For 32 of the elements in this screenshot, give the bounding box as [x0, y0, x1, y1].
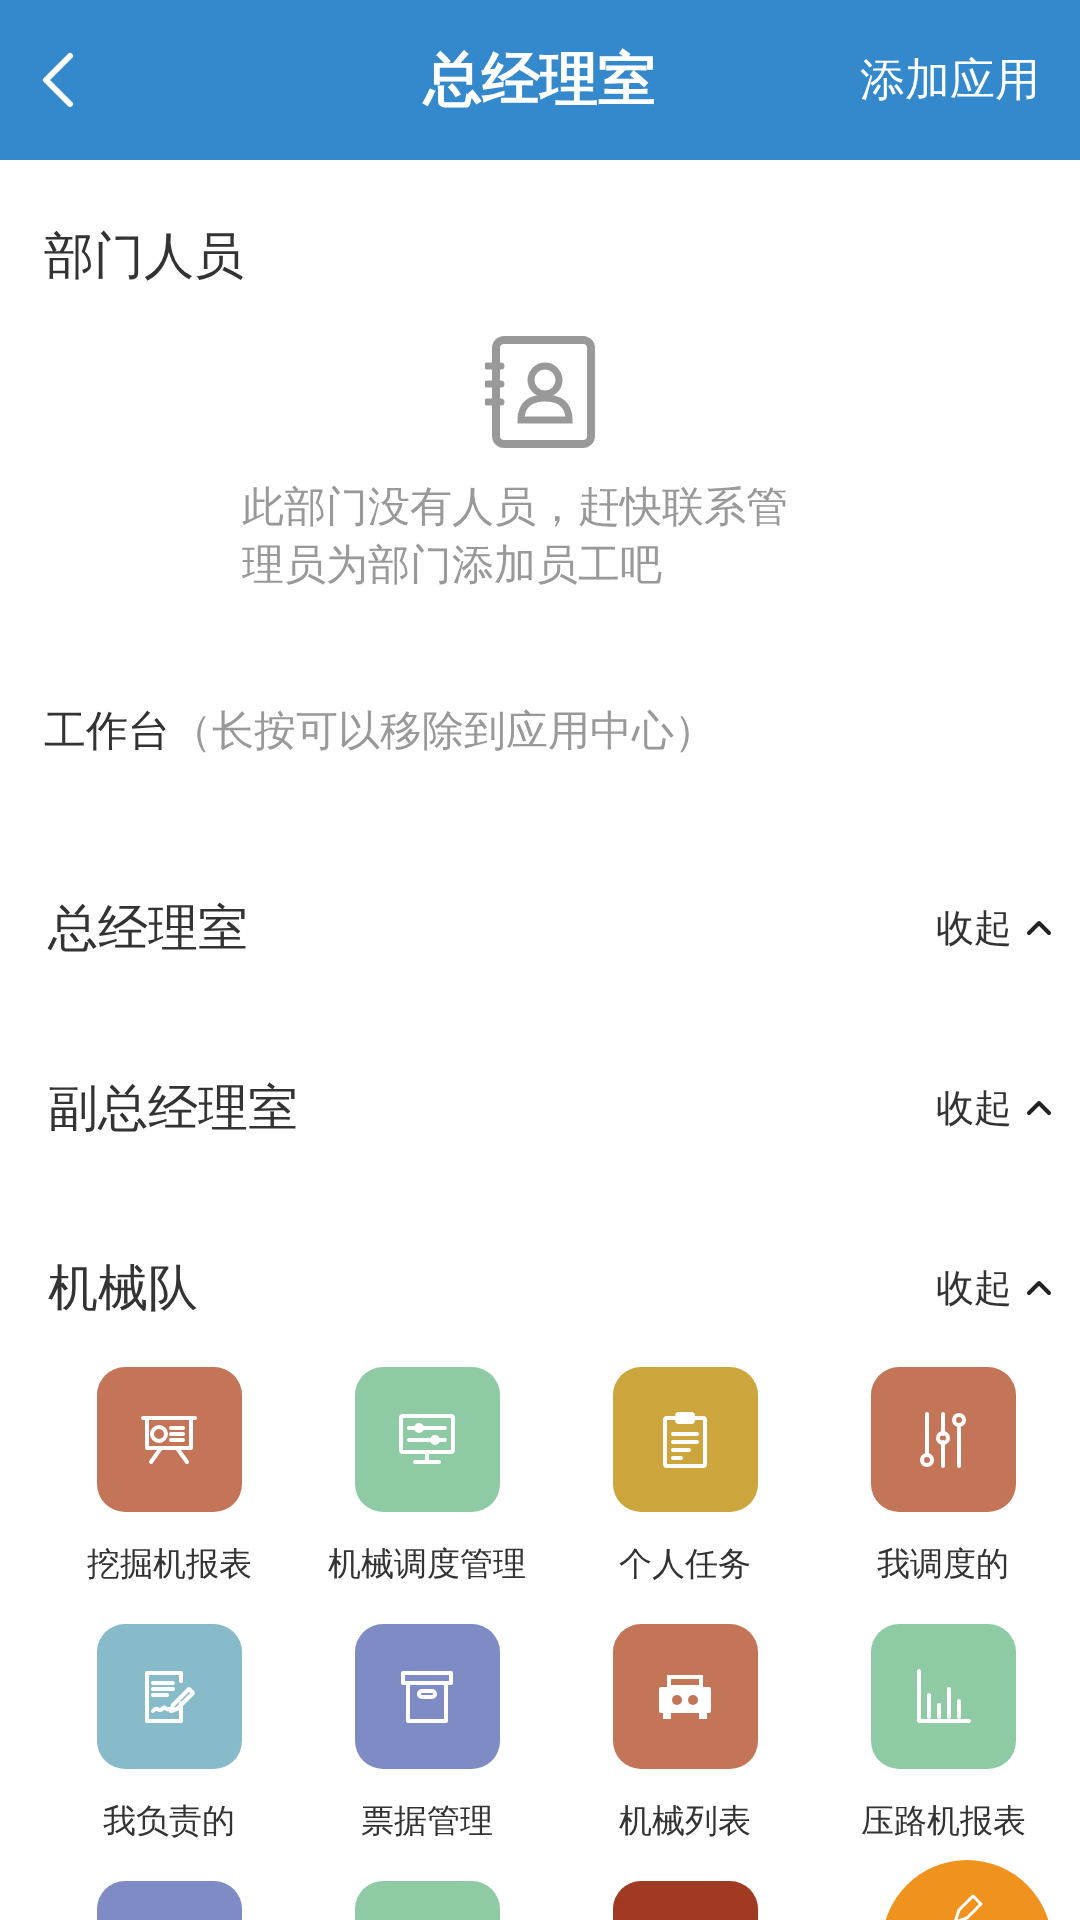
section-title: 工作台 — [44, 706, 170, 756]
chevron-up-icon — [1026, 920, 1052, 936]
collapse-toggle[interactable]: 收起 — [936, 1262, 1052, 1314]
page-title: 总经理室 — [424, 45, 656, 113]
app-tile[interactable] — [612, 1367, 758, 1512]
app-tile[interactable] — [870, 1367, 1016, 1512]
app-tile[interactable] — [870, 1624, 1016, 1769]
app-label: 压路机报表 — [860, 1800, 1026, 1842]
app-tile[interactable] — [96, 1367, 242, 1512]
group-title: 机械队 — [48, 1257, 198, 1319]
app-tile[interactable] — [96, 1624, 242, 1769]
group-title: 总经理室 — [48, 897, 248, 959]
app-label: 票据管理 — [361, 1800, 493, 1842]
empty-message: 此部门没有人员，赶快联系管理员为部门添加员工吧 — [242, 481, 789, 591]
app-label: 机械调度管理 — [328, 1543, 526, 1585]
app-label: 我调度的 — [877, 1543, 1009, 1585]
group-title: 副总经理室 — [48, 1077, 298, 1139]
collapse-toggle[interactable]: 收起 — [936, 1082, 1052, 1134]
app-tile[interactable] — [612, 1624, 758, 1769]
chevron-up-icon — [1026, 1280, 1052, 1296]
app-label: 挖掘机报表 — [86, 1543, 252, 1585]
app-label: 机械列表 — [619, 1800, 751, 1842]
app-tile[interactable] — [354, 1624, 500, 1769]
section-title: 部门人员 — [44, 226, 245, 286]
app-label: 个人任务 — [619, 1543, 751, 1585]
contact-book-icon — [485, 336, 595, 448]
collapse-toggle[interactable]: 收起 — [936, 902, 1052, 954]
chevron-up-icon — [1026, 1100, 1052, 1116]
app-label: 我负责的 — [103, 1800, 235, 1842]
app-tile[interactable] — [354, 1367, 500, 1512]
add-app-button[interactable]: 添加应用 — [860, 50, 1040, 110]
section-hint: （长按可以移除到应用中心） — [170, 706, 716, 756]
